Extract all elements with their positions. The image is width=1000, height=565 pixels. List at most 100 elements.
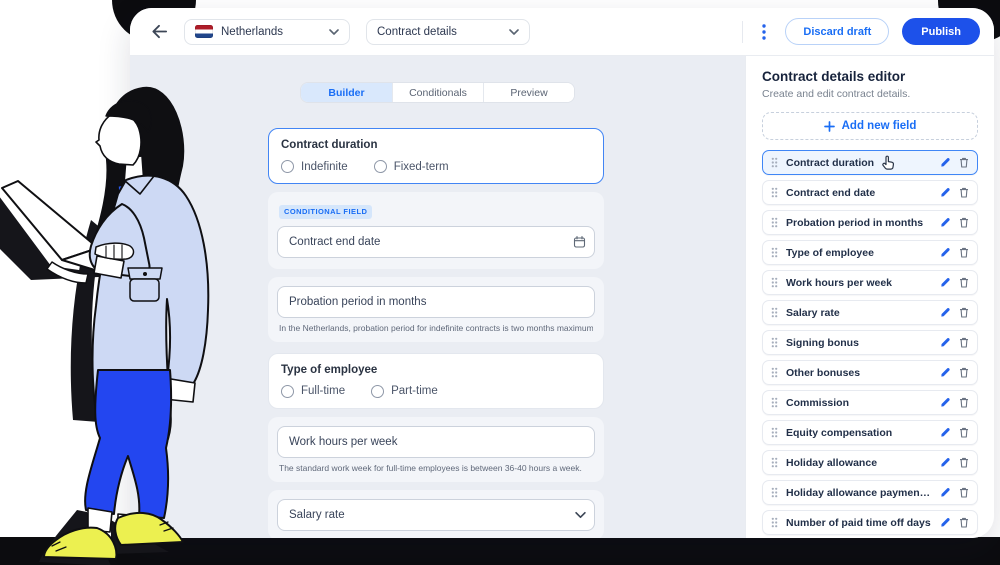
field-row-contract-end-date[interactable]: Contract end date: [762, 180, 978, 205]
tab-builder[interactable]: Builder: [301, 83, 392, 102]
delete-trash-icon[interactable]: [959, 337, 969, 348]
radio-fixed-term[interactable]: Fixed-term: [374, 160, 449, 173]
delete-trash-icon[interactable]: [959, 307, 969, 318]
form-column: Contract duration Indefinite Fixed-term: [268, 128, 604, 538]
drag-handle-icon[interactable]: [771, 517, 778, 528]
delete-trash-icon[interactable]: [959, 217, 969, 228]
field-group-work-hours[interactable]: The standard work week for full-time emp…: [268, 417, 604, 482]
kebab-menu-icon[interactable]: [756, 23, 772, 41]
field-row-work-hours[interactable]: Work hours per week: [762, 270, 978, 295]
radio-part-time[interactable]: Part-time: [371, 385, 438, 398]
tab-conditionals[interactable]: Conditionals: [392, 83, 483, 102]
add-new-field-button[interactable]: Add new field: [762, 112, 978, 140]
drag-handle-icon[interactable]: [771, 157, 778, 168]
field-group-contract-end-date[interactable]: CONDITIONAL FIELD: [268, 192, 604, 269]
edit-pencil-icon[interactable]: [940, 517, 951, 528]
radio-circle-icon: [374, 160, 387, 173]
delete-trash-icon[interactable]: [959, 367, 969, 378]
netherlands-flag-icon: [195, 25, 213, 38]
drag-handle-icon[interactable]: [771, 187, 778, 198]
field-row-holiday-allowance-payment-frequency[interactable]: Holiday allowance payment fre...: [762, 480, 978, 505]
field-card-contract-duration[interactable]: Contract duration Indefinite Fixed-term: [268, 128, 604, 184]
drag-handle-icon[interactable]: [771, 337, 778, 348]
work-hours-helper-text: The standard work week for full-time emp…: [279, 463, 593, 473]
field-row-probation-period[interactable]: Probation period in months: [762, 210, 978, 235]
probation-period-input[interactable]: [277, 286, 595, 318]
drag-handle-icon[interactable]: [771, 397, 778, 408]
probation-helper-text: In the Netherlands, probation period for…: [279, 323, 593, 333]
field-list: Contract duration Contract end date: [762, 150, 978, 535]
field-row-salary-rate[interactable]: Salary rate: [762, 300, 978, 325]
delete-trash-icon[interactable]: [959, 487, 969, 498]
chevron-down-icon[interactable]: [575, 511, 586, 518]
edit-pencil-icon[interactable]: [940, 397, 951, 408]
work-hours-input[interactable]: [277, 426, 595, 458]
delete-trash-icon[interactable]: [959, 427, 969, 438]
field-group-salary-rate[interactable]: [268, 490, 604, 539]
delete-trash-icon[interactable]: [959, 517, 969, 528]
field-row-label: Signing bonus: [786, 337, 932, 349]
country-select[interactable]: Netherlands: [184, 19, 350, 45]
edit-pencil-icon[interactable]: [940, 187, 951, 198]
delete-trash-icon[interactable]: [959, 187, 969, 198]
calendar-icon[interactable]: [573, 235, 586, 248]
radio-group-contract-duration: Indefinite Fixed-term: [281, 160, 591, 173]
field-row-paid-time-off-days[interactable]: Number of paid time off days: [762, 510, 978, 535]
delete-trash-icon[interactable]: [959, 247, 969, 258]
drag-handle-icon[interactable]: [771, 487, 778, 498]
template-select[interactable]: Contract details: [366, 19, 530, 45]
edit-pencil-icon[interactable]: [940, 427, 951, 438]
arrow-left-icon: [150, 22, 169, 41]
edit-pencil-icon[interactable]: [940, 337, 951, 348]
delete-trash-icon[interactable]: [959, 397, 969, 408]
drag-handle-icon[interactable]: [771, 277, 778, 288]
back-button[interactable]: [148, 21, 170, 43]
radio-indefinite[interactable]: Indefinite: [281, 160, 348, 173]
field-row-commission[interactable]: Commission: [762, 390, 978, 415]
salary-rate-input[interactable]: [277, 499, 595, 531]
probation-period-field: [277, 286, 595, 318]
edit-pencil-icon[interactable]: [940, 277, 951, 288]
drag-handle-icon[interactable]: [771, 217, 778, 228]
drag-handle-icon[interactable]: [771, 367, 778, 378]
field-row-signing-bonus[interactable]: Signing bonus: [762, 330, 978, 355]
salary-rate-select: [277, 499, 595, 531]
edit-pencil-icon[interactable]: [940, 307, 951, 318]
drag-handle-icon[interactable]: [771, 307, 778, 318]
discard-draft-button[interactable]: Discard draft: [785, 18, 889, 45]
delete-trash-icon[interactable]: [959, 277, 969, 288]
field-row-other-bonuses[interactable]: Other bonuses: [762, 360, 978, 385]
drag-handle-icon[interactable]: [771, 457, 778, 468]
drag-handle-icon[interactable]: [771, 427, 778, 438]
edit-pencil-icon[interactable]: [940, 157, 951, 168]
work-hours-field: [277, 426, 595, 458]
builder-canvas: Builder Conditionals Preview Contract du…: [130, 56, 745, 538]
field-group-probation-period[interactable]: In the Netherlands, probation period for…: [268, 277, 604, 342]
field-row-label: Contract end date: [786, 187, 932, 199]
delete-trash-icon[interactable]: [959, 457, 969, 468]
field-row-equity-compensation[interactable]: Equity compensation: [762, 420, 978, 445]
toolbar-actions: Discard draft Publish: [742, 18, 980, 45]
contract-end-date-input[interactable]: [277, 226, 595, 258]
delete-trash-icon[interactable]: [959, 157, 969, 168]
edit-pencil-icon[interactable]: [940, 457, 951, 468]
tab-preview[interactable]: Preview: [483, 83, 574, 102]
field-row-label: Holiday allowance: [786, 457, 932, 469]
field-row-holiday-allowance[interactable]: Holiday allowance: [762, 450, 978, 475]
edit-pencil-icon[interactable]: [940, 217, 951, 228]
field-row-label: Number of paid time off days: [786, 517, 932, 529]
radio-full-time[interactable]: Full-time: [281, 385, 345, 398]
field-row-type-of-employee[interactable]: Type of employee: [762, 240, 978, 265]
edit-pencil-icon[interactable]: [940, 247, 951, 258]
field-row-contract-duration[interactable]: Contract duration: [762, 150, 978, 175]
field-card-type-of-employee[interactable]: Type of employee Full-time Part-time: [268, 353, 604, 409]
radio-circle-icon: [371, 385, 384, 398]
field-row-label: Contract duration: [786, 157, 932, 169]
chevron-down-icon: [329, 26, 339, 38]
publish-button[interactable]: Publish: [902, 18, 980, 45]
edit-pencil-icon[interactable]: [940, 367, 951, 378]
field-row-label: Work hours per week: [786, 277, 932, 289]
edit-pencil-icon[interactable]: [940, 487, 951, 498]
plus-icon: [824, 121, 835, 132]
drag-handle-icon[interactable]: [771, 247, 778, 258]
